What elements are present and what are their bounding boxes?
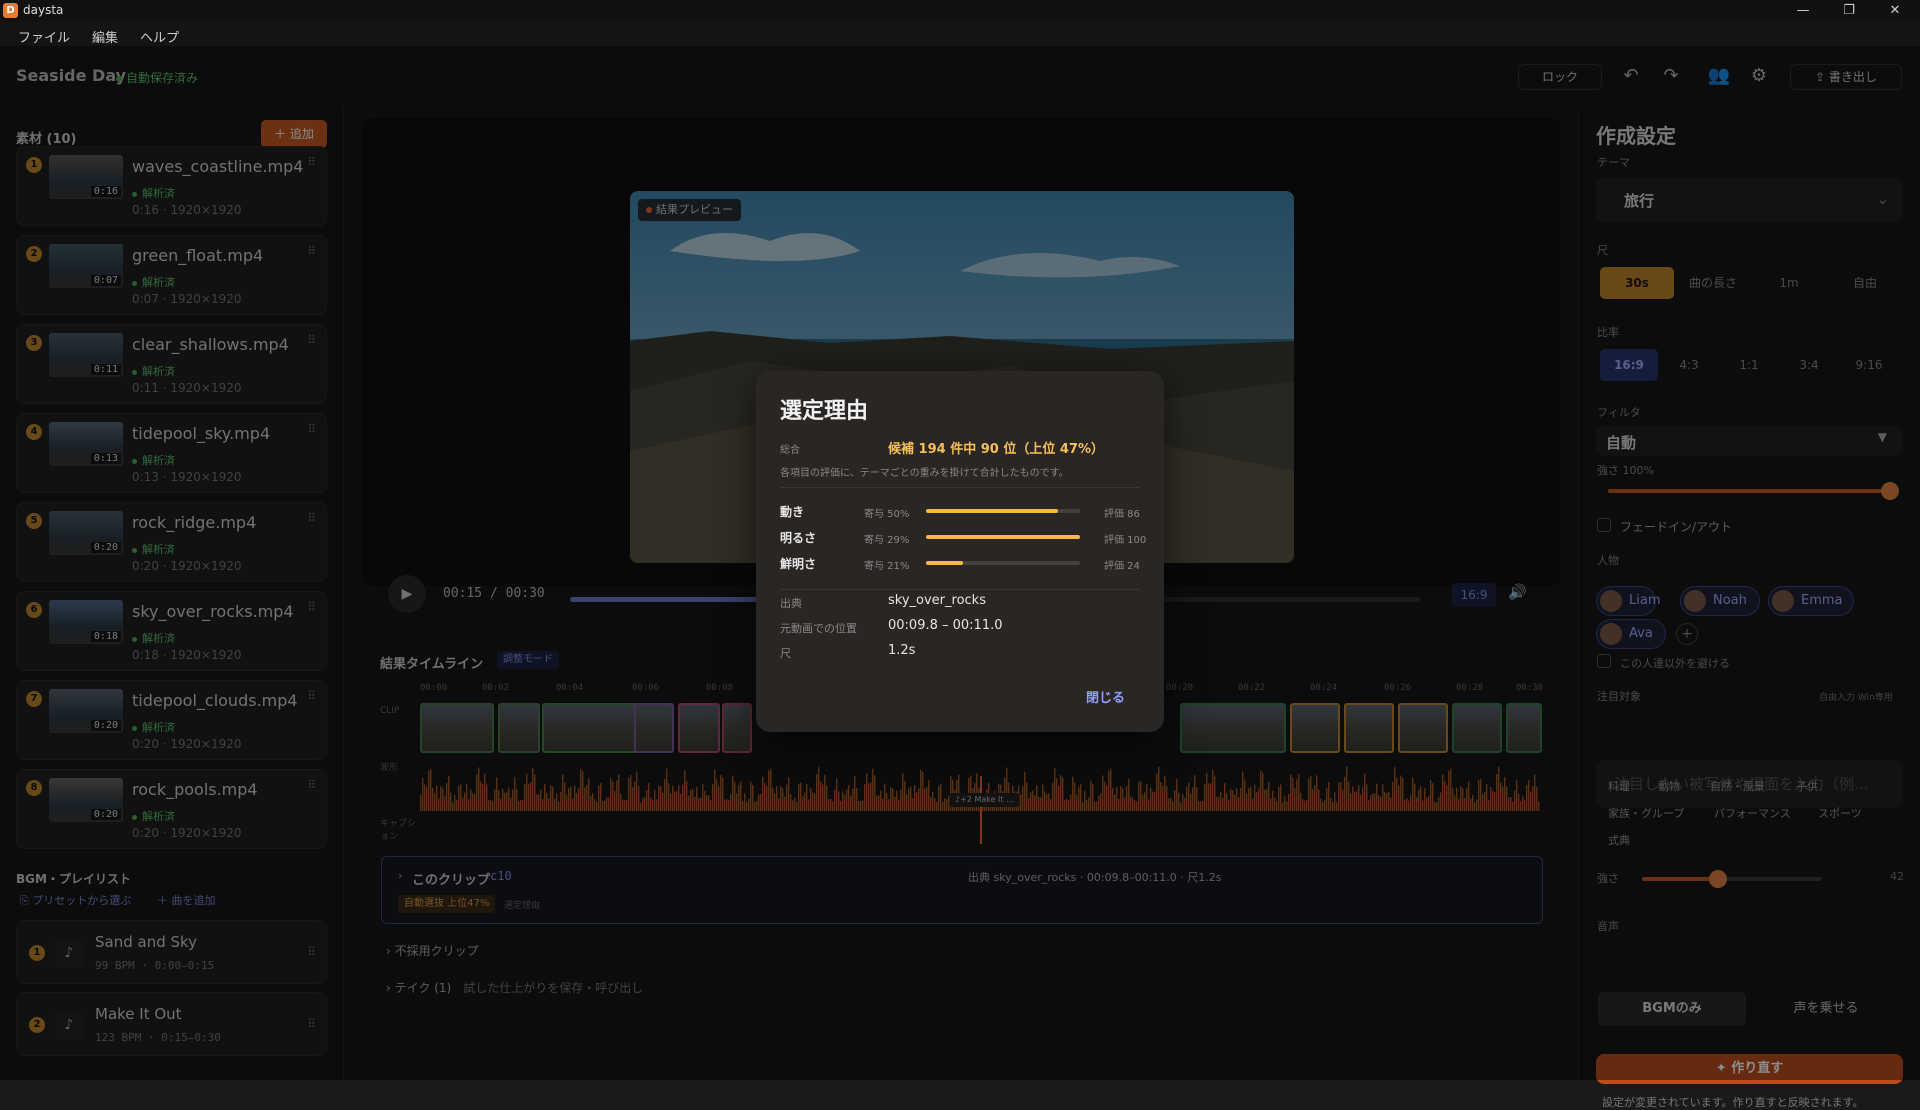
- dialog-title: 選定理由: [780, 399, 869, 424]
- overall-note: 各項目の評価に、テーマごとの重みを掛けて合計したものです。: [780, 468, 1069, 479]
- app-icon: D: [3, 3, 18, 18]
- overall-label: 総合: [780, 445, 800, 456]
- metric-name: 明るさ: [780, 531, 817, 545]
- position-label: 元動画での位置: [780, 622, 857, 635]
- metric-weight: 寄与 29%: [864, 535, 910, 546]
- metric-weight: 寄与 50%: [864, 509, 910, 520]
- maximize-button[interactable]: ❐: [1834, 2, 1864, 20]
- source-label: 出典: [780, 597, 802, 610]
- metric-score: 評価 24: [1104, 561, 1140, 572]
- metric-bar: [926, 561, 1080, 565]
- minimize-button[interactable]: —: [1788, 2, 1818, 20]
- metric-bar: [926, 509, 1080, 513]
- menu-bar: ファイル 編集 ヘルプ: [0, 22, 1920, 46]
- close-window-button[interactable]: ✕: [1880, 2, 1910, 20]
- source-value: sky_over_rocks: [888, 593, 986, 608]
- length-label: 尺: [780, 647, 791, 660]
- remake-note: 設定が変更されています。作り直すと反映されます。: [1602, 1096, 1864, 1109]
- metric-weight: 寄与 21%: [864, 561, 910, 572]
- close-dialog-button[interactable]: 閉じる: [1086, 687, 1125, 706]
- metric-name: 動き: [780, 505, 805, 519]
- title-bar: D daysta — ❐ ✕: [0, 0, 1920, 22]
- menu-file[interactable]: ファイル: [18, 27, 70, 46]
- menu-help[interactable]: ヘルプ: [140, 27, 179, 46]
- app-title: daysta: [23, 3, 64, 17]
- menu-edit[interactable]: 編集: [92, 27, 118, 46]
- position-value: 00:09.8 – 00:11.0: [888, 618, 1003, 633]
- divider: [780, 589, 1140, 590]
- divider: [780, 487, 1140, 488]
- metric-score: 評価 86: [1104, 509, 1140, 520]
- metric-name: 鮮明さ: [780, 557, 817, 571]
- metric-bar-fill: [926, 535, 1080, 539]
- length-value: 1.2s: [888, 643, 916, 658]
- metric-bar-fill: [926, 561, 963, 565]
- metric-score: 評価 100: [1104, 535, 1147, 546]
- metric-bar-fill: [926, 509, 1059, 513]
- overall-rank: 候補 194 件中 90 位（上位 47%）: [888, 442, 1104, 457]
- selection-reason-dialog: 選定理由 総合 候補 194 件中 90 位（上位 47%） 各項目の評価に、テ…: [756, 371, 1164, 732]
- metric-bar: [926, 535, 1080, 539]
